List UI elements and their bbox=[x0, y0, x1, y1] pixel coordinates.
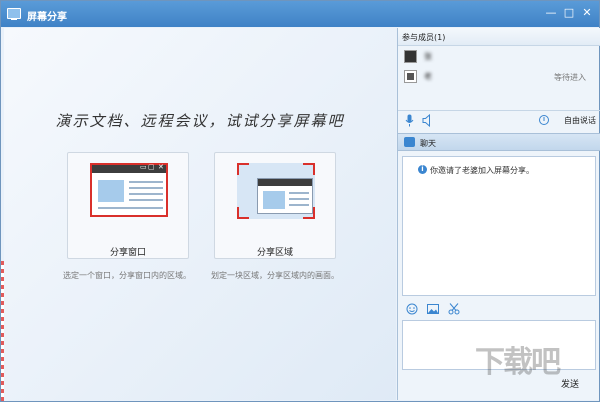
scissors-icon[interactable] bbox=[448, 303, 460, 315]
member-name: 老 bbox=[424, 72, 432, 81]
slogan-text: 演示文档、远程会议，试试分享屏幕吧 bbox=[55, 112, 345, 130]
share-area-label: 分享区域 bbox=[256, 248, 293, 258]
member-item[interactable]: 张 bbox=[402, 48, 596, 66]
image-icon[interactable] bbox=[427, 303, 439, 315]
screen-share-window: 屏幕分享 — □ ✕ 演示文档、远程会议，试试分享屏幕吧 ▭ ▢ ✕ 分享窗口 选定… bbox=[0, 0, 600, 402]
microphone-icon[interactable] bbox=[405, 114, 414, 127]
share-window-label: 分享窗口 bbox=[109, 248, 146, 258]
speaker-icon[interactable] bbox=[422, 114, 432, 127]
monitor-icon bbox=[7, 8, 21, 20]
chat-header-label: 聊天 bbox=[420, 139, 436, 148]
watermark-logo: 下载吧 bbox=[475, 345, 561, 380]
close-button[interactable]: ✕ bbox=[579, 5, 595, 21]
chat-message: 你邀请了老婆加入屏幕分享。 bbox=[430, 166, 534, 175]
avatar bbox=[404, 70, 417, 83]
title-bar[interactable]: 屏幕分享 — □ ✕ bbox=[1, 1, 599, 27]
area-illustration-icon bbox=[237, 163, 315, 219]
member-status: 等待进入 bbox=[554, 73, 586, 82]
free-talk-toggle[interactable]: 自由说话 bbox=[564, 115, 596, 126]
share-window-desc: 选定一个窗口，分享窗口内的区域。 bbox=[63, 271, 191, 280]
share-window-button[interactable]: ▭ ▢ ✕ 分享窗口 bbox=[67, 152, 189, 259]
window-illustration-icon: ▭ ▢ ✕ bbox=[90, 163, 168, 217]
chat-toolbar bbox=[398, 300, 600, 318]
avatar bbox=[404, 50, 417, 63]
maximize-button[interactable]: □ bbox=[561, 5, 577, 21]
window-title: 屏幕分享 bbox=[27, 12, 67, 23]
member-item[interactable]: 老 等待进入 bbox=[402, 68, 596, 86]
voice-toolbar: 自由说话 bbox=[398, 110, 600, 130]
info-icon: i bbox=[418, 165, 427, 174]
share-panel: 演示文档、远程会议，试试分享屏幕吧 ▭ ▢ ✕ 分享窗口 选定一个窗口，分享窗口内的… bbox=[4, 28, 396, 400]
chat-history[interactable]: i 你邀请了老婆加入屏幕分享。 bbox=[402, 156, 596, 296]
member-name: 张 bbox=[424, 52, 432, 61]
share-area-desc: 划定一块区域，分享区域内的画面。 bbox=[211, 271, 339, 280]
chat-bubble-icon bbox=[404, 137, 415, 147]
minimize-button[interactable]: — bbox=[543, 5, 559, 21]
free-talk-icon[interactable] bbox=[539, 114, 549, 126]
members-header: 参与成员(1) bbox=[398, 28, 600, 46]
emoji-icon[interactable] bbox=[406, 303, 418, 315]
chat-header: 聊天 bbox=[398, 133, 600, 151]
share-area-button[interactable]: 分享区域 bbox=[214, 152, 336, 259]
